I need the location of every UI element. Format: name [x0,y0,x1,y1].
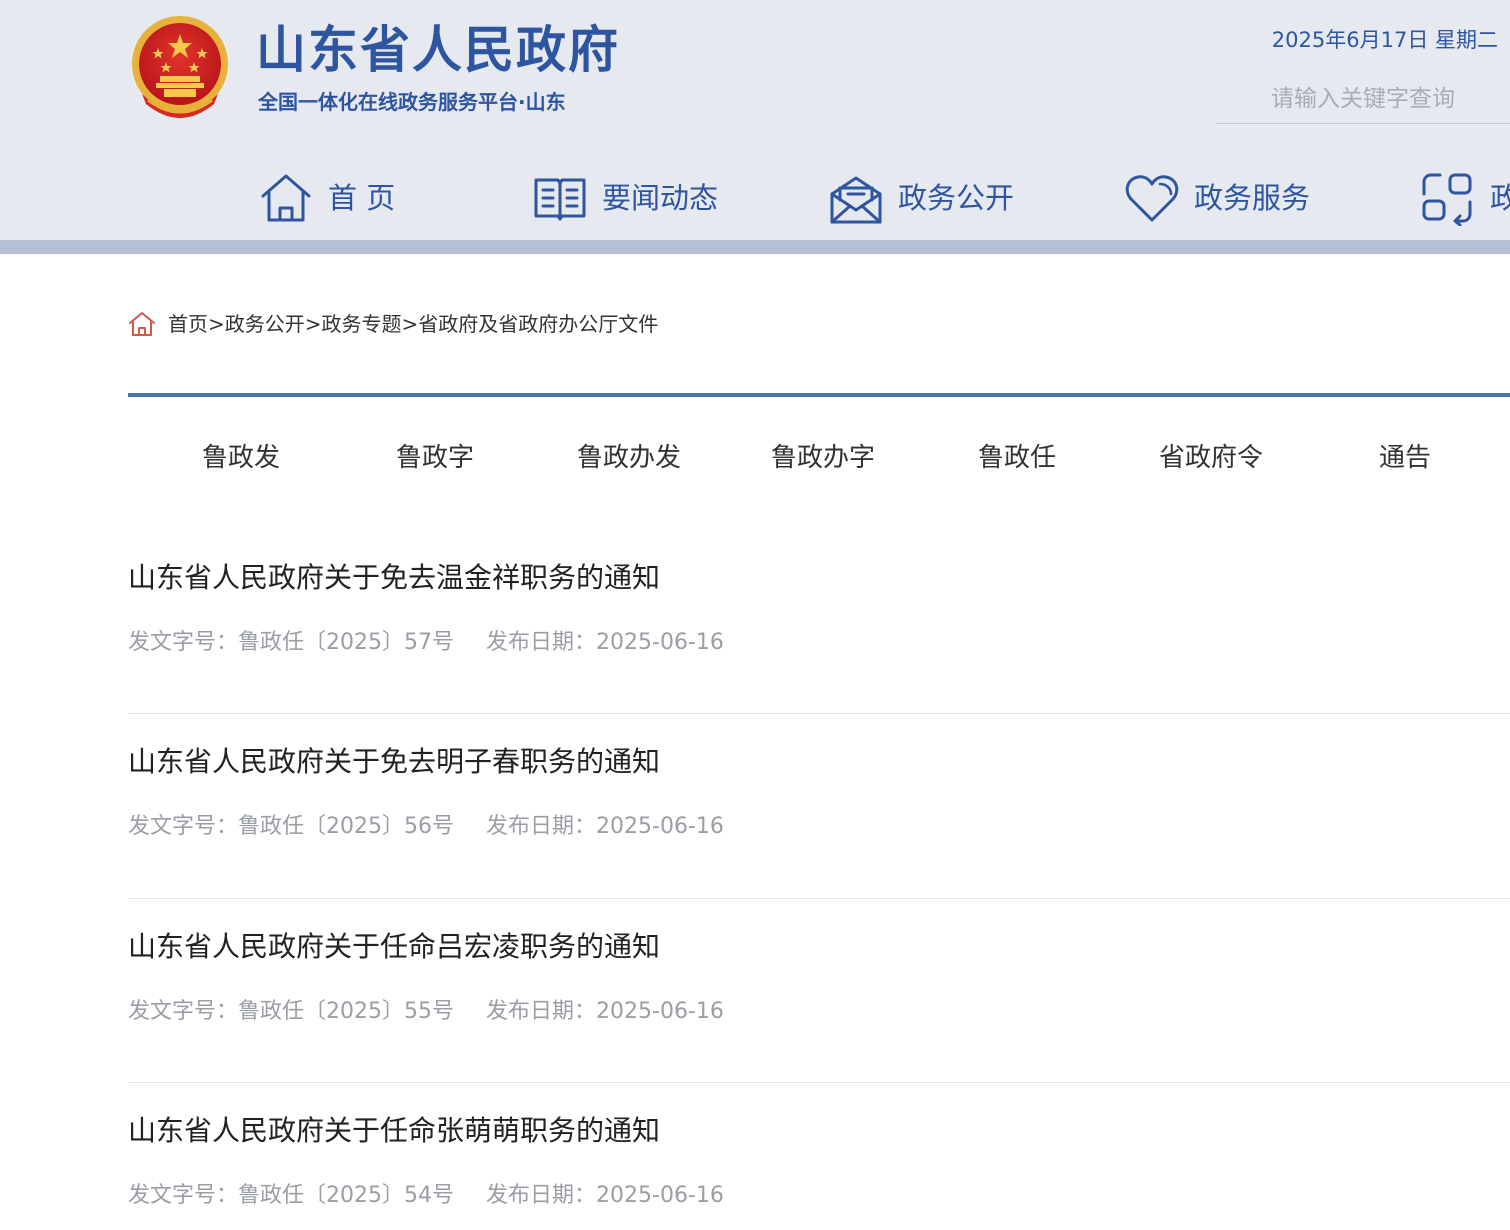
nav-item-news[interactable]: 要闻动态 [532,166,718,230]
publish-date-label: 发布日期： [486,814,597,840]
list-item: 山东省人民政府关于任命吕宏凌职务的通知 发文字号：鲁政任〔2025〕55号 发布日… [128,899,1510,1083]
publish-date: 2025-06-16 [596,1182,724,1208]
search-box [1216,76,1510,124]
section-divider [128,393,1510,397]
header-divider [0,240,1510,254]
document-number-label: 发文字号： [128,814,239,840]
list-item: 山东省人民政府关于免去温金祥职务的通知 发文字号：鲁政任〔2025〕57号 发布日… [128,530,1510,715]
nav-item-interaction[interactable]: 政 [1420,166,1510,230]
document-meta: 发文字号：鲁政任〔2025〕57号 发布日期：2025-06-16 [128,628,724,658]
publish-date-label: 发布日期： [486,1182,597,1208]
document-list: 山东省人民政府关于免去温金祥职务的通知 发文字号：鲁政任〔2025〕57号 发布日… [128,530,1510,1230]
tab-lu-zheng-zi[interactable]: 鲁政字 [338,430,532,486]
nav-item-gov-open[interactable]: 政务公开 [828,166,1014,230]
breadcrumb-separator: > [304,312,322,336]
breadcrumb-separator: > [401,312,419,336]
breadcrumb-link-topics[interactable]: 政务专题 [322,309,402,339]
list-item: 山东省人民政府关于免去明子春职务的通知 发文字号：鲁政任〔2025〕56号 发布日… [128,714,1510,899]
tab-lu-zheng-ren[interactable]: 鲁政任 [920,430,1114,486]
nav-item-gov-service[interactable]: 政务服务 [1124,166,1310,230]
document-meta: 发文字号：鲁政任〔2025〕55号 发布日期：2025-06-16 [128,997,724,1027]
document-number: 鲁政任〔2025〕57号 [238,630,454,655]
breadcrumb: 首页 > 政务公开 > 政务专题 > 省政府及省政府办公厅文件 [128,308,658,340]
search-input[interactable] [1216,76,1510,122]
breadcrumb-current: 省政府及省政府办公厅文件 [418,312,659,336]
nav-item-label: 政务公开 [898,181,1015,215]
publish-date: 2025-06-16 [596,998,724,1024]
document-type-tabs: 鲁政发 鲁政字 鲁政办发 鲁政办字 鲁政任 省政府令 通告 [128,430,1510,486]
tab-notice[interactable]: 通告 [1308,430,1502,486]
home-icon[interactable] [128,310,156,338]
tab-lu-zheng-fa[interactable]: 鲁政发 [144,430,338,486]
document-number-label: 发文字号： [128,1182,239,1208]
document-meta: 发文字号：鲁政任〔2025〕54号 发布日期：2025-06-16 [128,1181,724,1211]
publish-date: 2025-06-16 [596,630,724,655]
exchange-icon [1422,173,1472,226]
breadcrumb-separator: > [208,312,225,336]
site-subtitle: 全国一体化在线政务服务平台·山东 [258,90,566,114]
tab-lu-zheng-ban-fa[interactable]: 鲁政办发 [532,430,726,486]
document-title-link[interactable]: 山东省人民政府关于任命吕宏凌职务的通知 [128,927,660,967]
publish-date-label: 发布日期： [486,630,597,655]
nav-item-label: 首 页 [328,181,396,215]
national-emblem-icon[interactable] [128,12,232,124]
mail-icon [830,176,882,224]
document-number: 鲁政任〔2025〕55号 [238,998,454,1024]
document-title-link[interactable]: 山东省人民政府关于免去温金祥职务的通知 [128,558,660,598]
document-title-link[interactable]: 山东省人民政府关于任命张萌萌职务的通知 [128,1111,660,1151]
book-icon [534,178,586,221]
site-title[interactable]: 山东省人民政府 [256,18,620,82]
current-date: 2025年6月17日 星期二 [1271,28,1498,52]
document-title-link[interactable]: 山东省人民政府关于免去明子春职务的通知 [128,742,660,782]
document-number: 鲁政任〔2025〕56号 [238,814,454,840]
publish-date-label: 发布日期： [486,998,597,1024]
document-meta: 发文字号：鲁政任〔2025〕56号 发布日期：2025-06-16 [128,812,724,842]
tab-provincial-decree[interactable]: 省政府令 [1114,430,1308,486]
nav-item-home[interactable]: 首 页 [258,166,395,230]
nav-item-label: 要闻动态 [602,181,719,215]
breadcrumb-link-home[interactable]: 首页 [168,309,208,339]
document-number: 鲁政任〔2025〕54号 [238,1182,454,1208]
breadcrumb-link-gov-open[interactable]: 政务公开 [225,309,305,339]
document-number-label: 发文字号： [128,630,239,655]
tab-lu-zheng-ban-zi[interactable]: 鲁政办字 [726,430,920,486]
nav-item-label: 政务服务 [1194,181,1311,215]
document-number-label: 发文字号： [128,998,239,1024]
list-item: 山东省人民政府关于任命张萌萌职务的通知 发文字号：鲁政任〔2025〕54号 发布日… [128,1083,1510,1230]
home-icon [261,174,311,222]
heart-icon [1125,175,1179,222]
publish-date: 2025-06-16 [596,814,724,840]
site-header: 山东省人民政府 全国一体化在线政务服务平台·山东 2025年6月17日 星期二 … [0,0,1510,254]
nav-item-label: 政 [1490,181,1510,215]
